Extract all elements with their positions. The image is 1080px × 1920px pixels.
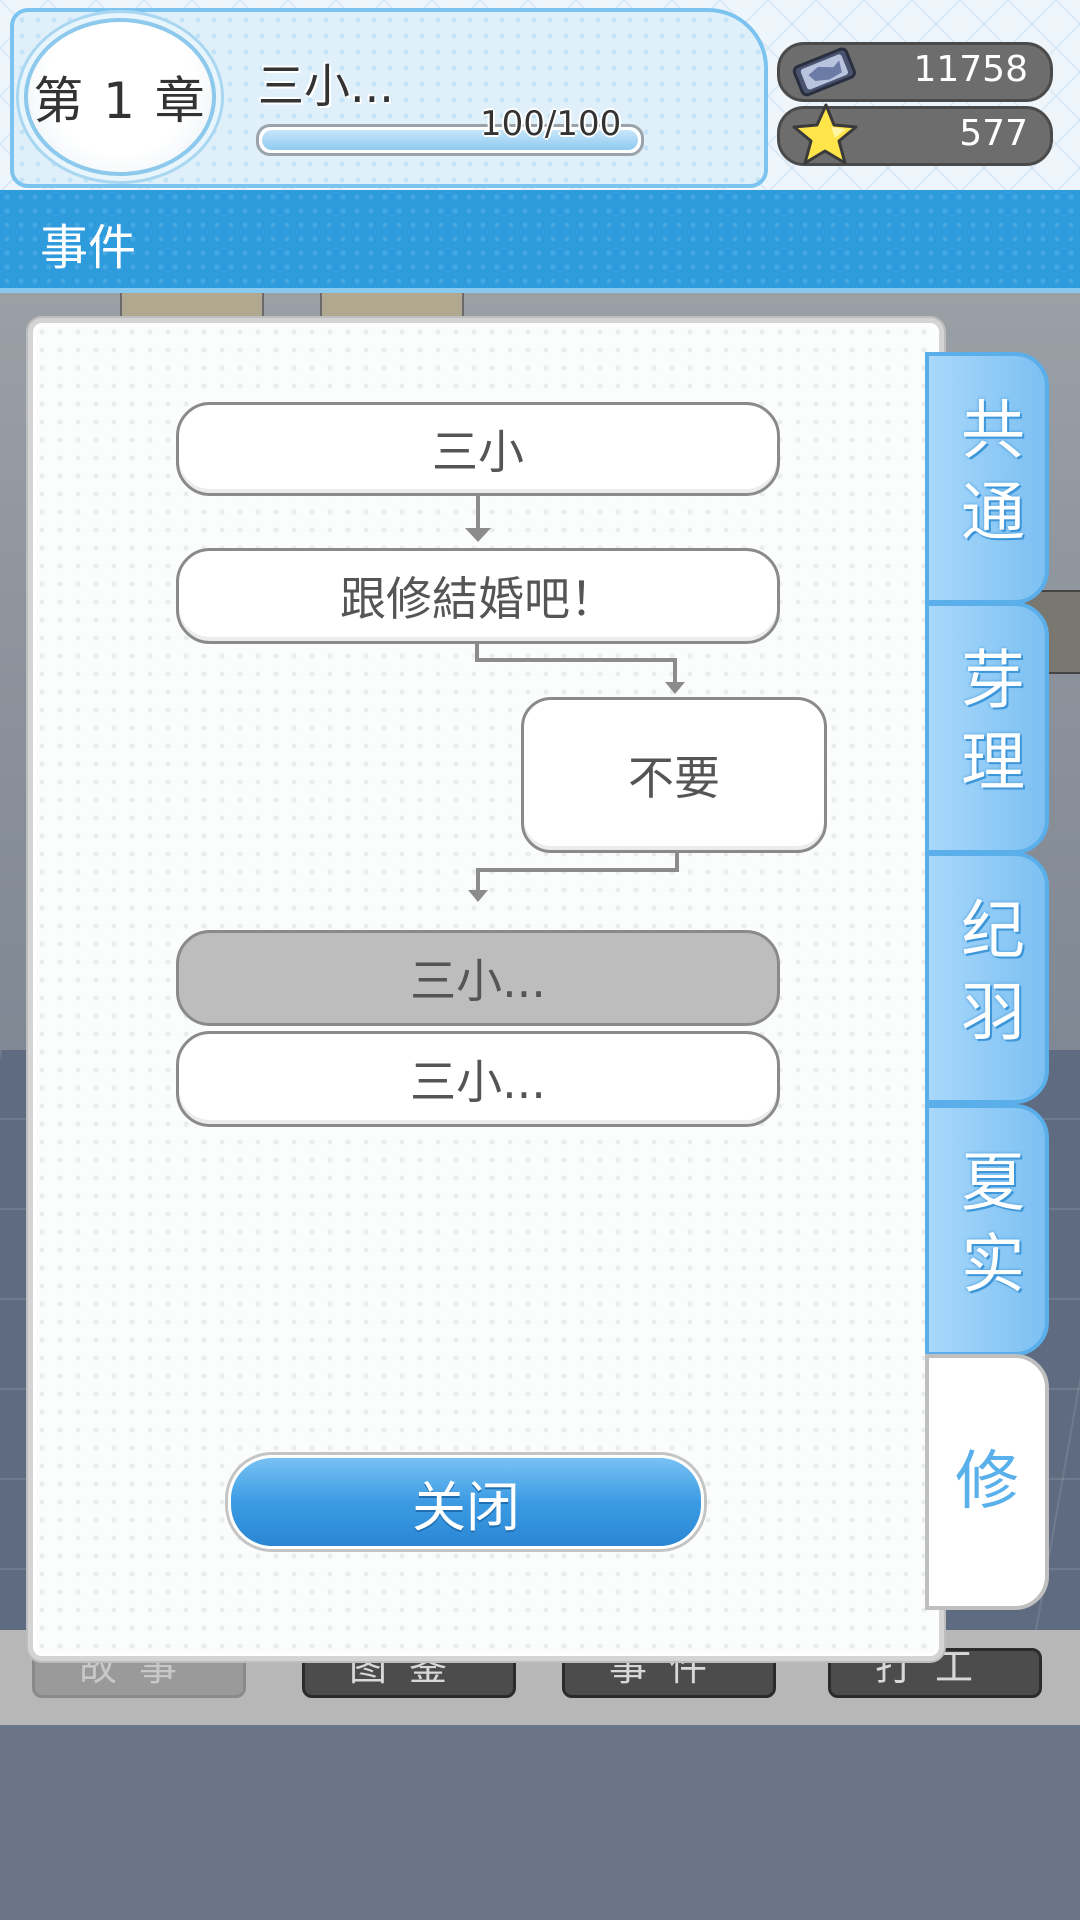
tab-label: 纪羽 [950,896,1024,1060]
star-value: 577 [959,113,1028,154]
star-icon [792,103,858,165]
flow-choice-label: 不要 [628,751,720,805]
gem-card-icon [792,47,856,97]
tab-label: 芽理 [950,646,1024,810]
tab-yari[interactable]: 芽理 [925,602,1049,854]
tab-common[interactable]: 共通 [925,352,1049,604]
flow-node-label: 跟修結婚吧！ [340,572,616,626]
flow-node[interactable]: 三小 [176,402,780,496]
option-selected[interactable]: 三小... [176,930,780,1026]
tab-label: 共通 [950,396,1024,560]
star-counter: 577 [777,103,1053,166]
progress-text: 100/100 [480,104,622,144]
chapter-badge: 第 1 章 [24,18,216,176]
currency-counter: 11758 [777,42,1053,102]
section-title: 事件 [40,220,137,276]
flow-choice-node[interactable]: 不要 [521,697,827,853]
option-label: 三小... [410,1055,546,1109]
close-button[interactable]: 关闭 [228,1455,704,1549]
flow-node-label: 三小 [432,425,524,479]
tab-shu[interactable]: 修 [925,1354,1049,1610]
tab-natsumi[interactable]: 夏实 [925,1104,1049,1356]
close-button-label: 关闭 [412,1475,520,1539]
option-item[interactable]: 三小... [176,1031,780,1127]
tab-label: 修 [955,1445,1019,1519]
tab-kiha[interactable]: 纪羽 [925,852,1049,1104]
flow-node[interactable]: 跟修結婚吧！ [176,548,780,644]
currency-value: 11758 [913,49,1028,90]
option-label: 三小... [410,954,546,1008]
section-bar: 事件 [0,190,1080,293]
top-header: 第 1 章 三小... 100/100 11758 577 [0,0,1080,190]
bottom-area [0,1725,1080,1920]
tab-label: 夏实 [950,1148,1024,1312]
chapter-title: 三小... [258,59,394,113]
chapter-label: 第 1 章 [33,72,207,130]
